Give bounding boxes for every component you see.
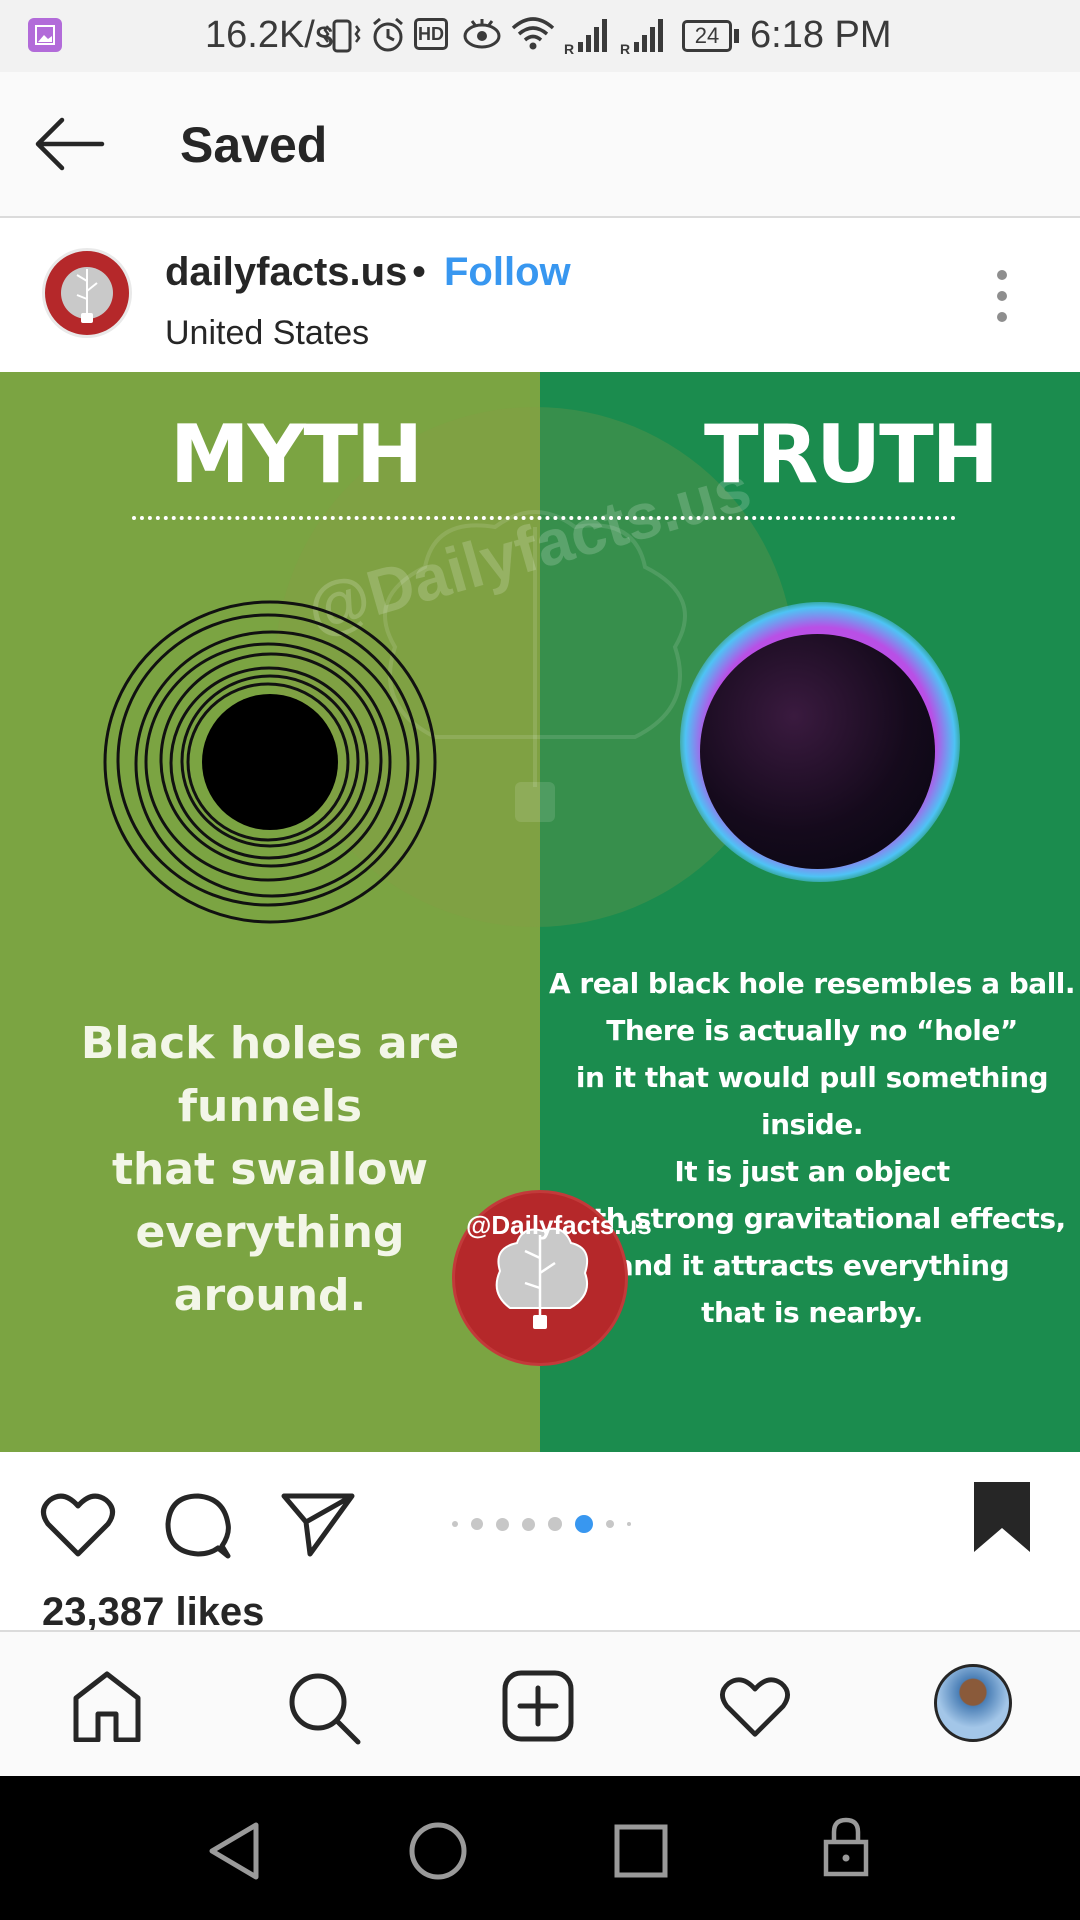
hd-icon: HD <box>414 18 448 50</box>
comment-bubble-icon[interactable] <box>162 1490 234 1567</box>
system-navigation <box>0 1776 1080 1920</box>
signal-icon: R <box>620 16 668 61</box>
truth-heading: TRUTH <box>704 408 999 501</box>
carousel-dot <box>627 1522 631 1526</box>
share-send-icon[interactable] <box>280 1490 356 1565</box>
logo-text: @Dailyfacts.us <box>466 1210 652 1240</box>
battery-tip <box>734 29 739 43</box>
svg-text:R: R <box>564 41 574 56</box>
post-location[interactable]: United States <box>165 314 369 353</box>
carousel-indicator <box>452 1515 644 1533</box>
recents-square-icon[interactable] <box>614 1824 668 1883</box>
search-icon[interactable] <box>286 1670 362 1751</box>
carousel-dot <box>548 1517 562 1531</box>
signal-icon: R <box>564 16 612 61</box>
back-arrow-icon[interactable] <box>34 116 106 177</box>
saved-bookmark-icon[interactable] <box>972 1480 1032 1559</box>
myth-line: Black holes are funnels <box>80 1018 460 1132</box>
battery-level: 24 <box>694 23 720 48</box>
home-circle-icon[interactable] <box>408 1821 468 1886</box>
post-image[interactable]: @Dailyfacts.us MYTH TRUTH Black holes ar… <box>0 372 1080 1452</box>
post-username[interactable]: dailyfacts.us <box>165 250 407 295</box>
post-header: dailyfacts.us • Follow United States <box>0 218 1080 372</box>
truth-line: There is actually no “hole” <box>606 1014 1018 1047</box>
clock: 6:18 PM <box>750 14 892 56</box>
back-triangle-icon[interactable] <box>206 1821 262 1886</box>
lock-icon[interactable] <box>822 1816 870 1883</box>
activity-heart-icon[interactable] <box>718 1674 792 1745</box>
funnel-blackhole-illustration <box>100 592 440 937</box>
carousel-dot-active <box>575 1515 593 1533</box>
myth-line: that swallow everything <box>112 1144 428 1258</box>
truth-line: A real black hole resembles a ball. <box>548 967 1076 1000</box>
carousel-dot <box>471 1518 483 1530</box>
more-options-icon[interactable] <box>997 270 1007 333</box>
ball-blackhole-illustration <box>700 634 935 869</box>
separator-dot: • <box>412 250 427 294</box>
battery-icon: 24 <box>682 20 732 52</box>
home-icon[interactable] <box>72 1670 142 1747</box>
truth-line: It is just an object <box>674 1155 950 1188</box>
like-heart-icon[interactable] <box>40 1490 116 1565</box>
post-actions-bar: 23,387 likes <box>0 1452 1080 1635</box>
account-avatar[interactable] <box>42 248 132 338</box>
carousel-dot <box>606 1520 614 1528</box>
status-bar: 16.2K/s HD R R 24 6:18 PM <box>0 0 1080 72</box>
profile-avatar[interactable] <box>934 1664 1012 1742</box>
alarm-icon <box>370 16 406 59</box>
carousel-dot <box>522 1517 535 1531</box>
carousel-dot <box>452 1521 458 1527</box>
eye-icon <box>462 16 502 57</box>
add-post-icon[interactable] <box>502 1670 574 1747</box>
truth-line: in it that would pull something inside. <box>575 1061 1049 1141</box>
svg-text:R: R <box>620 41 630 56</box>
network-speed: 16.2K/s <box>205 14 334 56</box>
top-header: Saved <box>0 72 1080 218</box>
vibrate-icon <box>322 18 362 59</box>
dotted-divider <box>132 516 956 520</box>
gallery-icon <box>28 18 62 52</box>
myth-heading: MYTH <box>170 408 423 501</box>
follow-button[interactable]: Follow <box>444 250 571 295</box>
wifi-icon <box>510 14 556 57</box>
truth-line: that is nearby. <box>701 1296 923 1329</box>
likes-count[interactable]: 23,387 likes <box>42 1590 264 1635</box>
carousel-dot <box>496 1517 509 1531</box>
page-title: Saved <box>180 117 328 173</box>
bottom-navigation <box>0 1630 1080 1778</box>
